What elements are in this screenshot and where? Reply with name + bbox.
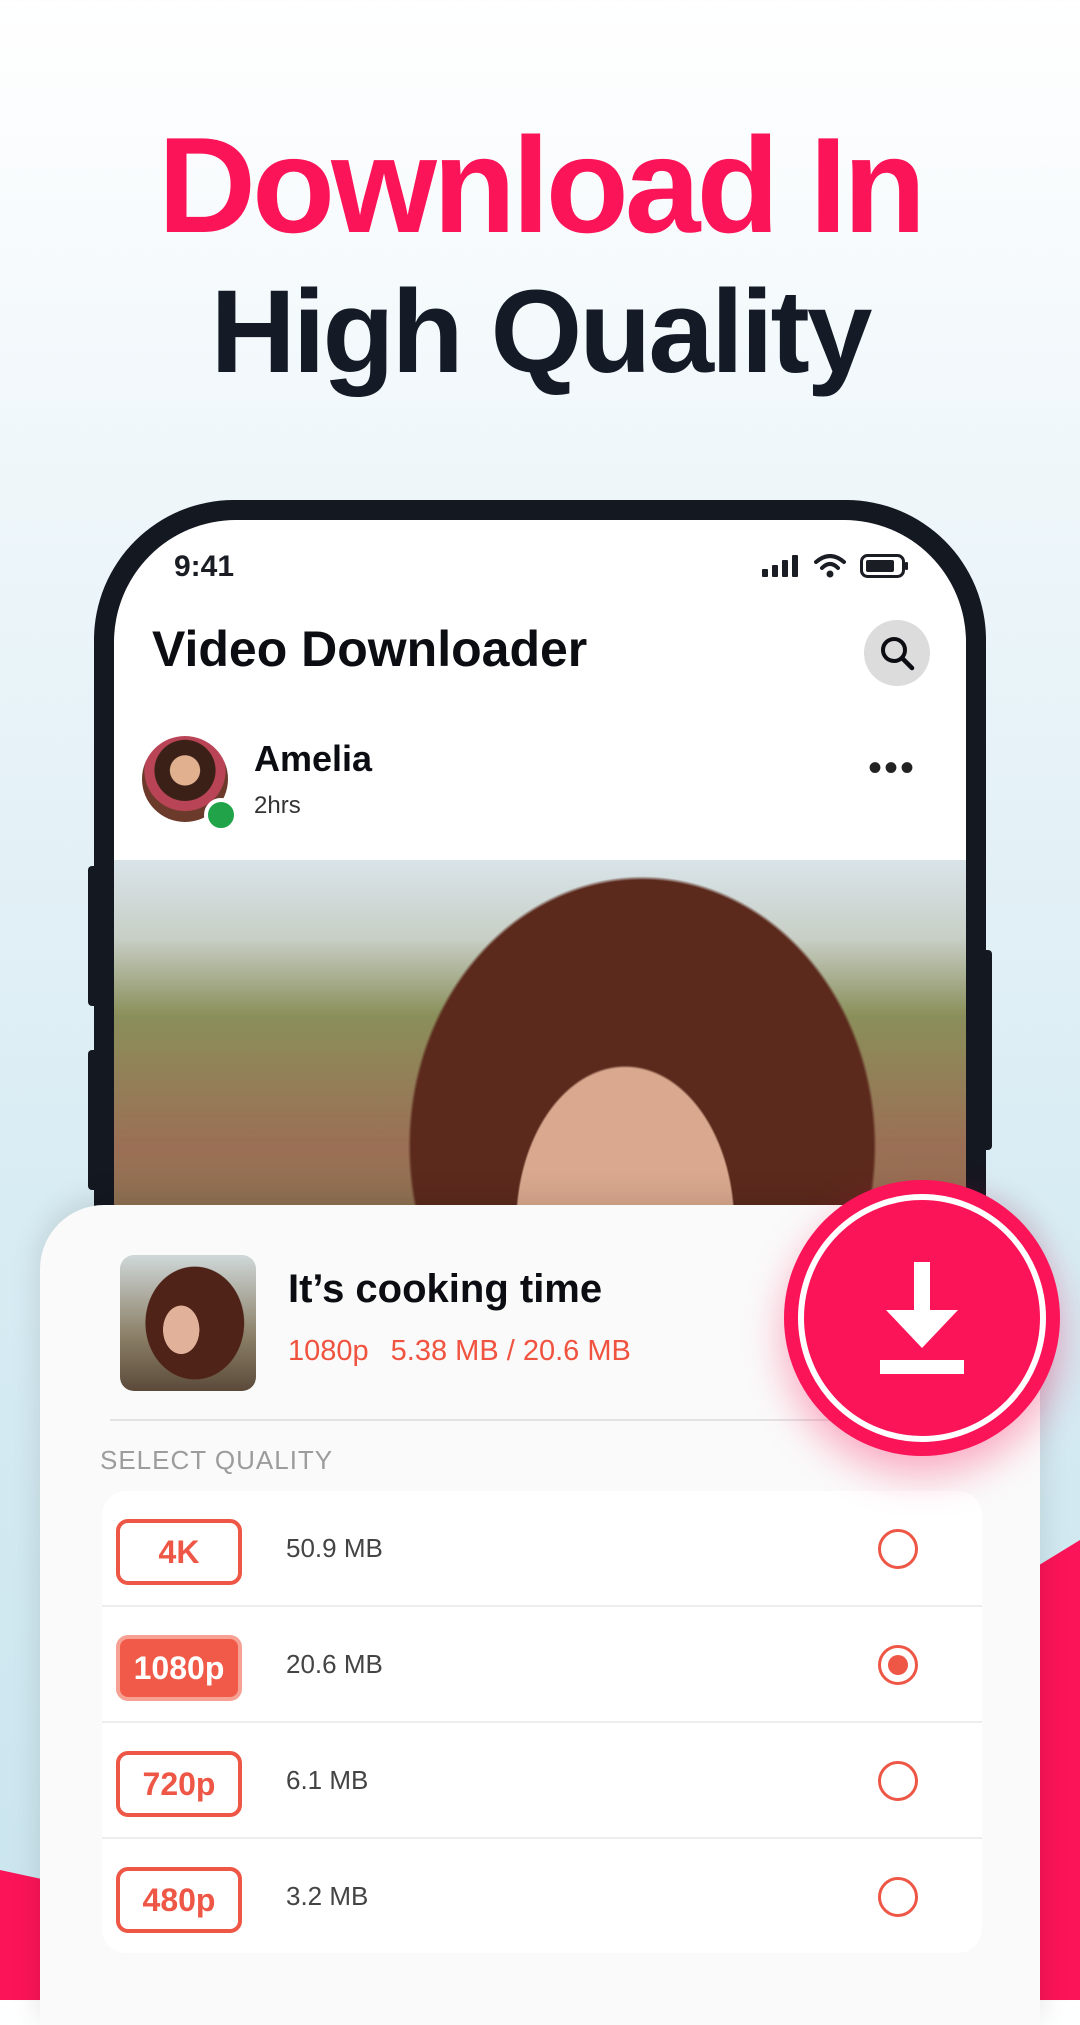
quality-list: 4K 50.9 MB 1080p 20.6 MB 720p 6.1 MB 480… [102,1491,982,1953]
quality-tag: 720p [116,1751,242,1817]
quality-radio[interactable] [878,1645,918,1685]
video-title: It’s cooking time [288,1267,603,1311]
quality-radio[interactable] [878,1529,918,1569]
wifi-icon [814,554,846,578]
quality-radio[interactable] [878,1761,918,1801]
status-bar: 9:41 [114,550,966,600]
quality-size: 6.1 MB [286,1765,369,1795]
quality-tag: 4K [116,1519,242,1585]
video-thumbnail [120,1255,256,1391]
quality-option-720p[interactable]: 720p 6.1 MB [102,1723,982,1839]
search-icon [881,637,915,671]
post-user-name[interactable]: Amelia [254,738,372,780]
app-title: Video Downloader [152,621,588,677]
quality-radio[interactable] [878,1877,918,1917]
more-icon[interactable]: ••• [868,748,916,788]
quality-option-480p[interactable]: 480p 3.2 MB [102,1839,982,1953]
search-button[interactable] [864,620,930,686]
quality-tag: 480p [116,1867,242,1933]
post-time: 2hrs [254,792,301,819]
download-meta: 1080p 5.38 MB / 20.6 MB [288,1335,631,1368]
quality-option-1080p[interactable]: 1080p 20.6 MB [102,1607,982,1723]
quality-tag: 1080p [116,1635,242,1701]
hero-line-2: High Quality [210,266,873,398]
download-button[interactable] [784,1180,1060,1456]
online-status-dot [204,798,238,832]
quality-size: 50.9 MB [286,1533,383,1563]
download-button-ring [798,1194,1046,1442]
download-resolution: 1080p [288,1335,369,1367]
battery-icon [860,554,908,578]
quality-option-4k[interactable]: 4K 50.9 MB [102,1491,982,1607]
status-time: 9:41 [174,550,235,583]
hero-line-1: Download In [157,109,926,261]
download-icon [880,1262,964,1374]
download-progress-text: 5.38 MB / 20.6 MB [390,1335,631,1367]
quality-size: 3.2 MB [286,1881,369,1911]
hero-heading: Download In High Quality [0,110,1080,405]
select-quality-label: SELECT QUALITY [100,1445,334,1475]
quality-size: 20.6 MB [286,1649,383,1679]
signal-icon [762,555,798,577]
